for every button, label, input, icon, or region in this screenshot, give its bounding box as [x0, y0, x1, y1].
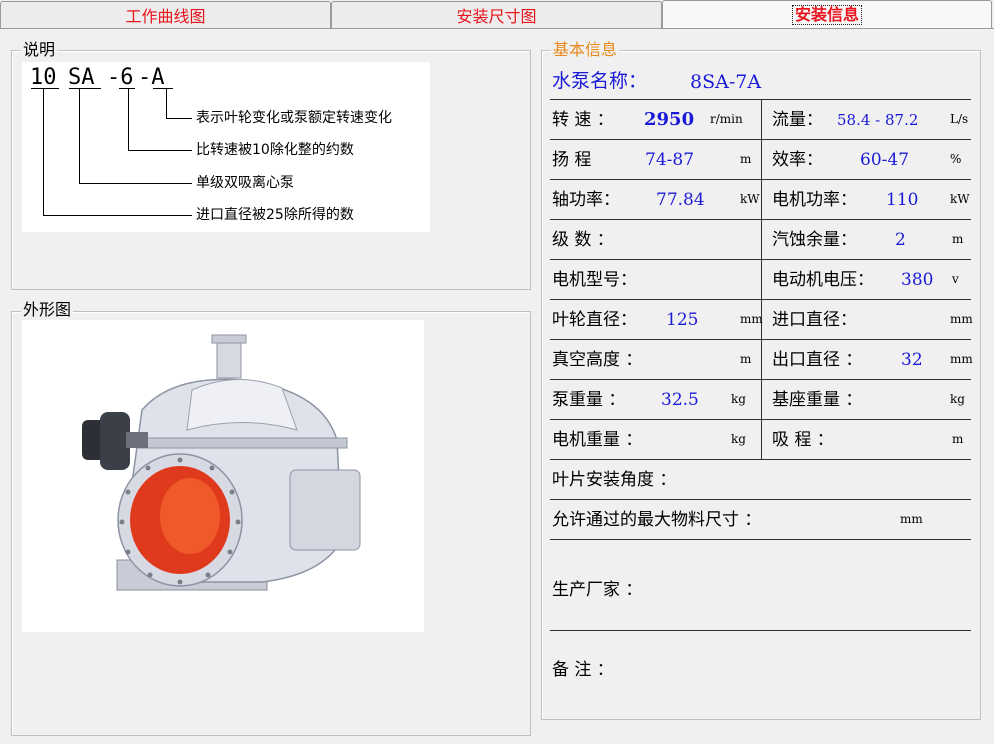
blade-angle-label: 叶片安装角度 ： — [552, 470, 677, 490]
grid-line — [550, 630, 971, 631]
impeller-dia-label: 叶轮直径： — [552, 310, 637, 330]
leader-line — [128, 88, 129, 150]
code-underline — [69, 88, 101, 89]
tab-curve-label: 工作曲线图 — [125, 7, 206, 26]
code-desc-speed: 比转速被10除化整的约数 — [196, 142, 354, 158]
pump-name-value: 8SA-7A — [690, 71, 762, 93]
shaft-power-value: 77.84 — [656, 190, 705, 210]
code-underline — [119, 88, 135, 89]
head-value: 74-87 — [645, 150, 695, 170]
code-desc-type: 单级双吸离心泵 — [196, 175, 294, 191]
flow-label: 流量： — [772, 110, 823, 130]
motor-power-value: 110 — [886, 190, 919, 210]
speed-label: 转 速 ： — [552, 110, 614, 130]
remarks-label: 备 注 ： — [552, 660, 614, 680]
code-part-type: SA — [68, 65, 95, 90]
suction-lift-unit: m — [952, 432, 964, 446]
code-desc-variant: 表示叶轮变化或泵额定转速变化 — [196, 110, 392, 126]
efficiency-label: 效率： — [772, 150, 823, 170]
npsh-unit: m — [952, 232, 964, 246]
code-part-inlet: 10 — [30, 65, 57, 90]
max-material-unit: mm — [900, 512, 923, 526]
efficiency-unit: % — [950, 152, 962, 166]
npsh-label: 汽蚀余量： — [772, 230, 857, 250]
motor-weight-unit: kg — [731, 432, 746, 446]
leader-line — [43, 215, 192, 216]
grid-divider — [761, 99, 762, 459]
tab-dimensions-label: 安装尺寸图 — [456, 7, 537, 26]
pump-weight-unit: kg — [731, 392, 746, 406]
outlet-dia-label: 出口直径 ： — [772, 350, 863, 370]
inlet-dia-unit: mm — [950, 312, 973, 326]
speed-unit: r/min — [710, 112, 743, 126]
shaft-power-label: 轴功率： — [552, 190, 620, 210]
motor-voltage-unit: v — [952, 272, 959, 286]
pump-weight-label: 泵重量 ： — [552, 390, 626, 410]
motor-weight-label: 电机重量 ： — [552, 430, 643, 450]
flow-value: 58.4 - 87.2 — [837, 111, 919, 129]
tab-install-info[interactable]: 安装信息 — [662, 0, 992, 29]
leader-line — [166, 118, 192, 119]
shaft-power-unit: kW — [740, 192, 760, 206]
suction-lift-label: 吸 程 ： — [772, 430, 834, 450]
base-weight-unit: kg — [950, 392, 965, 406]
leader-line — [43, 88, 44, 215]
shape-group-title: 外形图 — [21, 300, 74, 319]
motor-power-unit: kW — [950, 192, 970, 206]
efficiency-value: 60-47 — [860, 150, 910, 170]
grid-line — [550, 539, 971, 540]
grid-line — [550, 499, 971, 500]
code-underline — [153, 88, 173, 89]
base-weight-label: 基座重量 ： — [772, 390, 863, 410]
pump-weight-value: 32.5 — [661, 390, 699, 410]
head-label: 扬 程 — [552, 150, 592, 170]
motor-voltage-label: 电动机电压： — [772, 270, 874, 290]
leader-line — [79, 88, 80, 183]
head-unit: m — [740, 152, 752, 166]
tab-dimensions[interactable]: 安装尺寸图 — [331, 1, 662, 28]
impeller-dia-unit: mm — [740, 312, 763, 326]
speed-value: 2950 — [644, 109, 695, 130]
impeller-dia-value: 125 — [666, 310, 699, 330]
leader-line — [79, 183, 192, 184]
manufacturer-label: 生产厂家 ： — [552, 580, 643, 600]
leader-line — [128, 150, 192, 151]
npsh-value: 2 — [895, 230, 906, 250]
leader-line — [166, 88, 167, 118]
outlet-dia-value: 32 — [901, 350, 923, 370]
tab-divider — [0, 28, 994, 29]
inlet-dia-label: 进口直径： — [772, 310, 857, 330]
code-part-speed: -6 — [107, 65, 134, 90]
code-desc-inlet: 进口直径被25除所得的数 — [196, 207, 354, 223]
vacuum-height-label: 真空高度 ： — [552, 350, 643, 370]
stages-label: 级 数 ： — [552, 230, 614, 250]
max-material-label: 允许通过的最大物料尺寸 ： — [552, 510, 762, 530]
grid-line — [550, 459, 971, 460]
flow-unit: L/s — [950, 112, 969, 126]
motor-voltage-value: 380 — [901, 270, 934, 290]
pump-image — [82, 334, 361, 591]
code-underline — [31, 88, 59, 89]
pump-name-label: 水泵名称： — [552, 70, 648, 92]
vacuum-height-unit: m — [740, 352, 752, 366]
tab-install-info-label: 安装信息 — [791, 5, 862, 25]
info-group-title: 基本信息 — [551, 40, 620, 59]
motor-power-label: 电机功率： — [772, 190, 857, 210]
legend-group-title: 说明 — [21, 40, 58, 59]
code-part-variant: -A — [138, 65, 165, 90]
outlet-dia-unit: mm — [950, 352, 973, 366]
tab-curve[interactable]: 工作曲线图 — [0, 1, 331, 28]
motor-model-label: 电机型号： — [552, 270, 637, 290]
